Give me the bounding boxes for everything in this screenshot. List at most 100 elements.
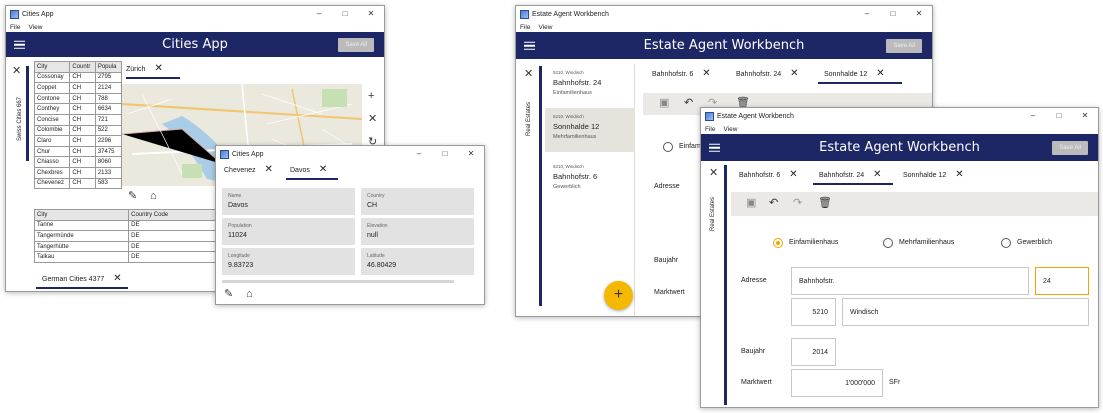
save-all-button[interactable]: Save All — [338, 37, 374, 52]
radio-einfamilienhaus[interactable] — [663, 142, 673, 152]
add-icon[interactable]: + — [368, 91, 374, 102]
home-icon[interactable]: ⌂ — [246, 289, 253, 300]
home-icon[interactable]: ⌂ — [150, 191, 157, 202]
table-row[interactable]: Coppet CH 2124 — [33, 82, 123, 94]
column-header[interactable]: Countr — [69, 61, 96, 73]
tab-sonnhalde-12[interactable]: Sonnhalde 12 ✕ — [818, 69, 902, 84]
tab-bahnhofstr-6[interactable]: Bahnhofstr. 6 ✕ — [652, 69, 722, 79]
maximize-button[interactable]: □ — [1046, 108, 1072, 124]
field-country[interactable]: Country CH — [361, 188, 474, 215]
field-longitude[interactable]: Longitude 9.83723 — [222, 248, 355, 275]
field-elevation[interactable]: Elevation null — [361, 218, 474, 245]
delete-icon[interactable]: 🗑 — [818, 198, 832, 209]
table-row[interactable]: Chevenez CH 583 — [33, 177, 123, 190]
minimize-button[interactable]: – — [306, 6, 332, 22]
menu-view[interactable]: View — [538, 24, 552, 31]
table-row[interactable]: Concise CH 721 — [33, 113, 123, 126]
redo-icon[interactable]: ↷ — [793, 198, 802, 209]
close-button[interactable]: ✕ — [906, 6, 932, 22]
field-latitude[interactable]: Latitude 46.80429 — [361, 248, 474, 275]
close-icon[interactable]: ✕ — [955, 170, 963, 180]
radio-gewerblich[interactable] — [1001, 238, 1011, 248]
table-row[interactable]: Chexbres CH 2133 — [33, 166, 123, 179]
swiss-cities-table[interactable]: City Countr Popula Cossonay CH 2795 Coppet CH 2… — [33, 61, 123, 190]
column-header[interactable]: Country Code — [128, 209, 224, 221]
column-header[interactable]: City — [33, 61, 71, 73]
menu-view[interactable]: View — [28, 24, 42, 31]
table-row[interactable]: Talkau DE — [33, 251, 224, 263]
save-all-button[interactable]: Save All — [1052, 140, 1088, 155]
save-all-button[interactable]: Save All — [886, 38, 922, 53]
close-icon[interactable]: ✕ — [789, 170, 797, 180]
table-row[interactable]: Chiasso CH 8060 — [33, 156, 123, 168]
tab-german-cities[interactable]: German Cities 4377 ✕ — [36, 274, 128, 289]
tab-davos[interactable]: Davos ✕ — [286, 165, 338, 180]
tab-sonnhalde-12[interactable]: Sonnhalde 12 ✕ — [903, 170, 973, 180]
close-icon[interactable]: ✕ — [702, 69, 710, 79]
close-icon[interactable]: ✕ — [319, 165, 327, 175]
list-item[interactable]: 5210, Windisch Bahnhofstr. 24 Einfamilie… — [545, 64, 635, 102]
table-row[interactable]: Contone CH 788 — [33, 92, 123, 105]
undo-icon[interactable]: ↶ — [769, 198, 778, 209]
add-fab[interactable]: + — [604, 281, 633, 310]
year-input[interactable]: 2014 — [791, 338, 836, 366]
tab-bahnhofstr-24[interactable]: Bahnhofstr. 24 ✕ — [736, 69, 810, 79]
german-cities-table[interactable]: City Country Code Tanne DE Tangermünde DE Tan… — [33, 209, 224, 263]
table-row[interactable]: Conthey CH 6634 — [33, 103, 123, 115]
hamburger-icon[interactable] — [524, 39, 535, 52]
menu-view[interactable]: View — [723, 126, 737, 133]
close-button[interactable]: ✕ — [358, 6, 384, 22]
close-button[interactable]: ✕ — [1072, 108, 1098, 124]
street-input[interactable]: Bahnhofstr. — [791, 267, 1029, 295]
close-icon[interactable]: ✕ — [876, 69, 884, 79]
scrollbar[interactable] — [222, 280, 454, 283]
table-row[interactable]: Tangermünde DE — [33, 230, 224, 242]
house-number-input[interactable]: 24 — [1035, 267, 1089, 295]
radio-einfamilienhaus[interactable] — [773, 238, 783, 248]
close-icon[interactable]: ✕ — [12, 66, 21, 77]
tab-bahnhofstr-24[interactable]: Bahnhofstr. 24 ✕ — [813, 170, 893, 185]
radio-mehrfamilienhaus[interactable] — [883, 238, 893, 248]
close-icon[interactable]: ✕ — [524, 69, 533, 80]
tab-bahnhofstr-6[interactable]: Bahnhofstr. 6 ✕ — [739, 170, 811, 180]
close-icon[interactable]: ✕ — [790, 69, 798, 79]
table-row[interactable]: Claro CH 2296 — [33, 135, 123, 147]
column-header[interactable]: Popula — [94, 61, 123, 73]
table-row[interactable]: Colombie CH 522 — [33, 124, 123, 137]
maximize-button[interactable]: □ — [880, 6, 906, 22]
zip-input[interactable]: 5210 — [791, 298, 836, 326]
save-icon[interactable]: ▣ — [659, 98, 669, 109]
menu-file[interactable]: File — [520, 24, 530, 31]
column-header[interactable]: City — [33, 209, 130, 221]
close-icon[interactable]: ✕ — [265, 165, 273, 175]
menu-file[interactable]: File — [10, 24, 20, 31]
city-input[interactable]: Windisch — [842, 298, 1089, 326]
minimize-button[interactable]: – — [406, 146, 432, 162]
edit-icon[interactable]: ✎ — [128, 191, 137, 202]
hamburger-icon[interactable] — [14, 38, 25, 51]
list-item[interactable]: 5210, Windisch Sonnhalde 12 Mehrfamilien… — [545, 108, 635, 152]
table-row[interactable]: Tangerhütte DE — [33, 240, 224, 253]
table-row[interactable]: Chur CH 37475 — [33, 145, 123, 158]
edit-icon[interactable]: ✎ — [224, 289, 233, 300]
close-icon[interactable]: ✕ — [709, 168, 718, 179]
field-name[interactable]: Name Davos — [222, 188, 355, 215]
hamburger-icon[interactable] — [709, 141, 720, 154]
list-item[interactable]: 5210, Windisch Bahnhofstr. 6 Gewerblich — [545, 158, 635, 196]
estate-list[interactable]: 5210, Windisch Bahnhofstr. 24 Einfamilie… — [545, 64, 635, 316]
maximize-button[interactable]: □ — [432, 146, 458, 162]
menu-file[interactable]: File — [705, 126, 715, 133]
value-input[interactable]: 1'000'000 — [791, 369, 883, 397]
tab-zurich[interactable]: Zürich ✕ — [126, 64, 180, 79]
table-row[interactable]: Tanne DE — [33, 219, 224, 232]
tab-chevenez[interactable]: Chevenez ✕ — [224, 165, 284, 175]
field-population[interactable]: Population 11024 — [222, 218, 355, 245]
close-icon[interactable]: ✕ — [113, 274, 121, 284]
undo-icon[interactable]: ↶ — [684, 98, 693, 109]
close-button[interactable]: ✕ — [458, 146, 484, 162]
maximize-button[interactable]: □ — [332, 6, 358, 22]
minimize-button[interactable]: – — [854, 6, 880, 22]
close-icon[interactable]: ✕ — [368, 114, 377, 125]
save-icon[interactable]: ▣ — [746, 198, 756, 209]
close-icon[interactable]: ✕ — [873, 170, 881, 180]
